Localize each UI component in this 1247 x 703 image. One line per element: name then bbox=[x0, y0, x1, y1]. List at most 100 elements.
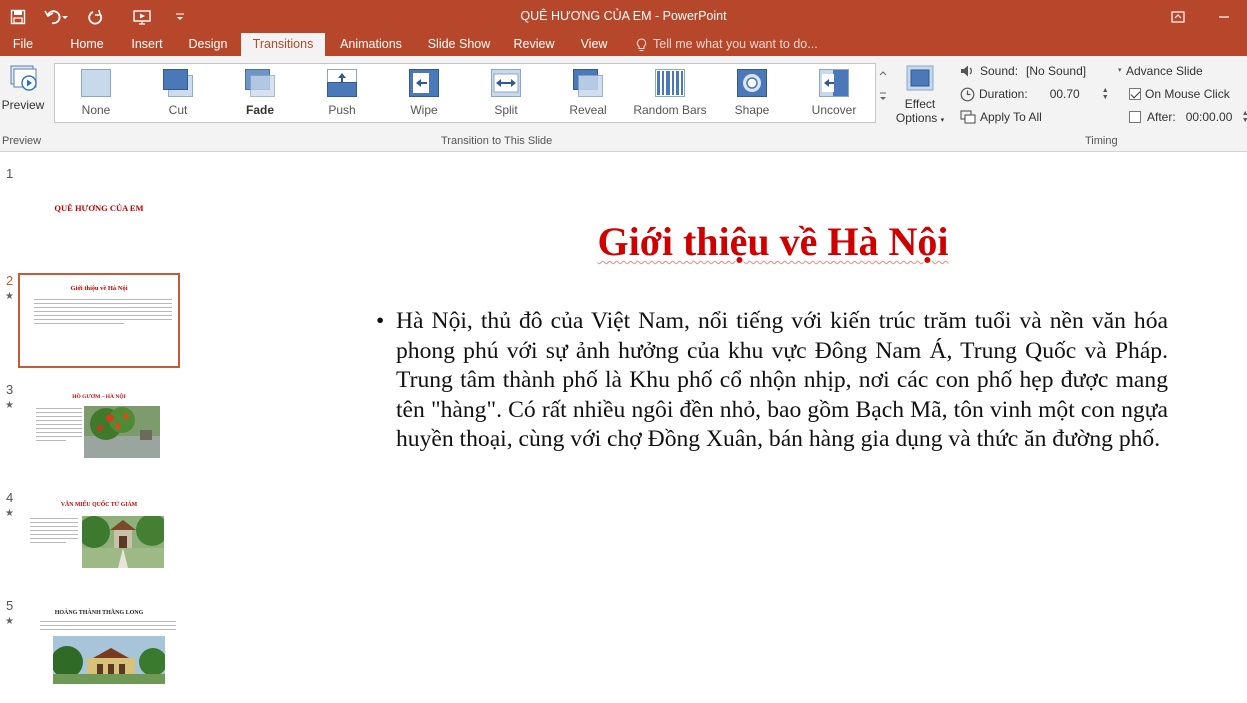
advance-slide-title: Advance Slide bbox=[1126, 62, 1203, 80]
after-row: After: 00:00.00 ▲ ▼ bbox=[1129, 108, 1247, 126]
after-input[interactable]: 00:00.00 bbox=[1186, 108, 1238, 126]
after-label: After: bbox=[1147, 110, 1176, 124]
after-spinner[interactable]: ▲ ▼ bbox=[1242, 110, 1247, 124]
transition-wipe-label: Wipe bbox=[410, 103, 438, 117]
thumb-3-text-line bbox=[36, 416, 82, 417]
thumb-3-title: HỒ GƯƠM – HÀ NỘI bbox=[72, 394, 126, 400]
thumb-4-text-line bbox=[30, 542, 66, 543]
slide-body-text[interactable]: • Hà Nội, thủ đô của Việt Nam, nổi tiếng… bbox=[376, 307, 1168, 455]
bullet-marker: • bbox=[376, 308, 385, 334]
transition-split[interactable]: Split bbox=[465, 64, 547, 122]
transition-shape[interactable]: Shape bbox=[711, 64, 793, 122]
on-mouse-click-label: On Mouse Click bbox=[1145, 87, 1230, 101]
slide-thumbnail-1[interactable]: QUÊ HƯƠNG CỦA EM bbox=[20, 164, 178, 254]
tab-view[interactable]: View bbox=[570, 33, 618, 56]
tab-home[interactable]: Home bbox=[58, 33, 116, 56]
sound-row: Sound: [No Sound] ▾ bbox=[960, 62, 1122, 80]
transition-split-icon bbox=[491, 69, 521, 97]
transition-cut-label: Cut bbox=[168, 103, 188, 117]
transition-fade[interactable]: Fade bbox=[219, 64, 301, 122]
title-bar: QUÊ HƯƠNG CỦA EM - PowerPoint bbox=[0, 0, 1247, 33]
transition-cut[interactable]: Cut bbox=[137, 64, 219, 122]
slide-title[interactable]: Giới thiệu về Hà Nội bbox=[190, 218, 1247, 265]
thumb-3-text-line bbox=[36, 432, 82, 433]
transition-none[interactable]: None bbox=[55, 64, 137, 122]
on-mouse-click-checkbox[interactable] bbox=[1129, 88, 1141, 100]
sound-select[interactable]: [No Sound] bbox=[1026, 62, 1110, 80]
slide-number-3: 3 bbox=[6, 382, 14, 397]
tab-review[interactable]: Review bbox=[506, 33, 562, 56]
transition-split-label: Split bbox=[494, 103, 518, 117]
tab-file[interactable]: File bbox=[0, 33, 46, 56]
tab-design[interactable]: Design bbox=[180, 33, 236, 56]
thumb-2-text-line bbox=[34, 319, 172, 320]
minimize-button[interactable] bbox=[1201, 0, 1247, 33]
thumb-4-text-line bbox=[30, 538, 78, 539]
apply-all-label: Apply To All bbox=[980, 110, 1042, 124]
transition-reveal-label: Reveal bbox=[569, 103, 607, 117]
slide-thumbnail-2[interactable]: Giới thiệu về Hà Nội bbox=[18, 273, 180, 368]
sound-dropdown-icon[interactable]: ▾ bbox=[1118, 62, 1122, 80]
slide-number-5: 5 bbox=[6, 598, 14, 613]
gallery-more-icon bbox=[880, 92, 886, 100]
thumb-5-text-line bbox=[40, 625, 176, 626]
thumb-2-text-line bbox=[34, 311, 172, 312]
minimize-icon bbox=[1219, 15, 1229, 18]
thumb-4-text-line bbox=[30, 526, 78, 527]
tab-transitions[interactable]: Transitions bbox=[241, 33, 325, 56]
thumb-3-photo bbox=[84, 406, 160, 458]
transition-fade-label: Fade bbox=[245, 103, 274, 117]
on-mouse-click-row[interactable]: On Mouse Click bbox=[1129, 85, 1230, 103]
transition-fade-icon bbox=[245, 69, 275, 97]
transition-uncover-icon bbox=[819, 69, 849, 97]
slide-thumbnail-3[interactable]: HỒ GƯƠM – HÀ NỘI bbox=[20, 388, 178, 478]
after-checkbox[interactable] bbox=[1129, 111, 1141, 123]
preview-group-label: Preview bbox=[2, 135, 42, 147]
thumb-2-text-line bbox=[34, 323, 124, 324]
duration-input[interactable]: 00.70 bbox=[1050, 85, 1098, 103]
transition-push-icon bbox=[327, 69, 357, 97]
slide-thumbnail-4[interactable]: VĂN MIẾU QUỐC TỬ GIÁM bbox=[20, 496, 178, 586]
powerpoint-window: QUÊ HƯƠNG CỦA EM - PowerPoint File Home … bbox=[0, 0, 1247, 703]
ribbon-transitions: Preview None Cut Fade Push Wipe Split Re… bbox=[0, 56, 1247, 152]
slide-thumbnails-pane: 1 QUÊ HƯƠNG CỦA EM 2 ★ Giới thiệu về Hà … bbox=[0, 152, 190, 703]
preview-button[interactable]: Preview bbox=[0, 62, 46, 120]
after-spin-up-icon: ▲ bbox=[1241, 110, 1247, 117]
ribbon-display-options-button[interactable] bbox=[1155, 0, 1201, 33]
thumb-3-text-line bbox=[36, 424, 82, 425]
duration-spinner[interactable]: ▲ ▼ bbox=[1102, 87, 1109, 101]
transition-uncover[interactable]: Uncover bbox=[793, 64, 875, 122]
tab-animations[interactable]: Animations bbox=[330, 33, 412, 56]
sound-label: Sound: bbox=[980, 64, 1019, 78]
preview-label: Preview bbox=[1, 98, 45, 112]
apply-to-all-button[interactable]: Apply To All bbox=[960, 108, 1042, 126]
window-title: QUÊ HƯƠNG CỦA EM - PowerPoint bbox=[520, 9, 727, 23]
slide-thumbnail-5[interactable]: HOÀNG THÀNH THĂNG LONG bbox=[20, 604, 178, 694]
transition-cut-icon bbox=[163, 69, 193, 97]
effect-options-icon bbox=[906, 65, 934, 91]
tab-slide-show[interactable]: Slide Show bbox=[420, 33, 498, 56]
duration-row: Duration: 00.70 ▲ ▼ bbox=[960, 85, 1109, 103]
transition-star-icon: ★ bbox=[5, 616, 14, 627]
transition-reveal[interactable]: Reveal bbox=[547, 64, 629, 122]
gallery-scroll[interactable] bbox=[876, 63, 890, 123]
gallery-scroll-up-icon bbox=[879, 71, 887, 76]
thumb-4-text-line bbox=[30, 522, 78, 523]
transition-star-icon: ★ bbox=[5, 400, 14, 411]
transition-random-bars[interactable]: Random Bars bbox=[629, 64, 711, 122]
transition-wipe[interactable]: Wipe bbox=[383, 64, 465, 122]
effect-options-button[interactable]: Effect Options ▾ bbox=[895, 63, 945, 127]
spin-down-icon: ▼ bbox=[1101, 94, 1109, 101]
spin-up-icon: ▲ bbox=[1101, 87, 1109, 94]
transition-star-icon: ★ bbox=[5, 508, 14, 519]
duration-label: Duration: bbox=[979, 87, 1028, 101]
transition-push-label: Push bbox=[328, 103, 356, 117]
tab-insert[interactable]: Insert bbox=[120, 33, 174, 56]
sound-icon bbox=[961, 65, 972, 77]
transition-star-icon: ★ bbox=[5, 291, 14, 302]
tell-me-box[interactable]: Tell me what you want to do... bbox=[636, 33, 818, 56]
thumb-2-title: Giới thiệu về Hà Nội bbox=[70, 285, 128, 292]
thumb-2-text-line bbox=[34, 307, 172, 308]
transition-push[interactable]: Push bbox=[301, 64, 383, 122]
chevron-down-icon: ▾ bbox=[940, 117, 945, 124]
